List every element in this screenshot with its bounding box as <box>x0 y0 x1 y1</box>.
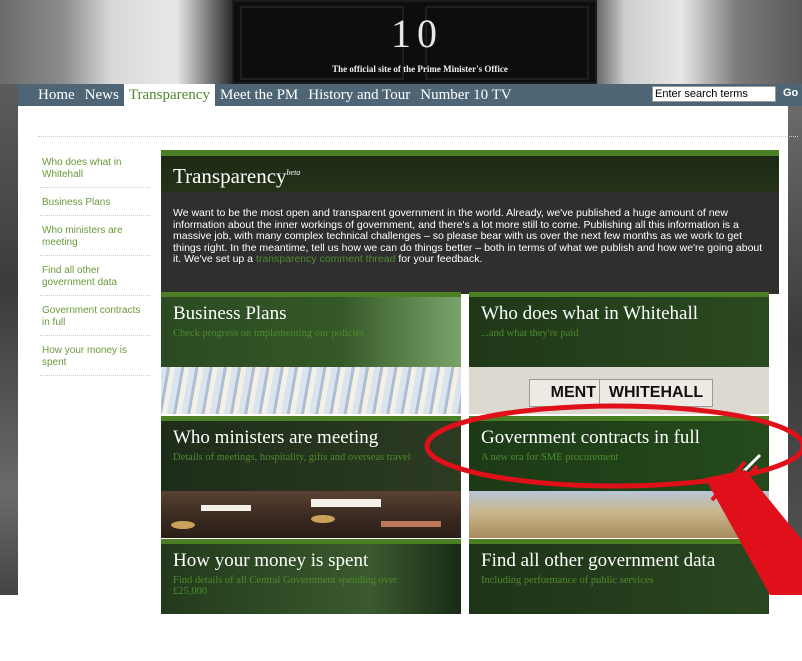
tile-ministers-meeting[interactable]: Who ministers are meeting Details of mee… <box>161 416 461 538</box>
tile-subtitle: Find details of all Central Government s… <box>173 575 398 597</box>
sidebar-item-business-plans[interactable]: Business Plans <box>40 194 150 216</box>
page-title: Transparencybeta <box>173 164 300 189</box>
table-document <box>311 499 381 507</box>
content-divider <box>38 136 798 137</box>
table-document <box>201 505 251 511</box>
tile-subtitle: ...and what they're paid <box>481 328 579 339</box>
site-logo-number[interactable]: 10 <box>372 10 462 57</box>
nav-meet-the-pm[interactable]: Meet the PM <box>215 84 303 106</box>
right-background-rail <box>788 84 802 595</box>
tile-subtitle: Check progress on implementing our polic… <box>173 328 365 339</box>
tile-image <box>161 491 461 538</box>
tile-title[interactable]: Government contracts in full <box>481 427 700 449</box>
sidebar-item-money-spent[interactable]: How your money is spent <box>40 342 150 376</box>
tile-image: MENT WHITEHALL <box>469 367 769 414</box>
sidebar-nav: Who does what in Whitehall Business Plan… <box>40 154 150 382</box>
sidebar-item-other-data[interactable]: Find all other government data <box>40 262 150 296</box>
street-sign-left: MENT <box>529 379 601 407</box>
main-nav: Home News Transparency Meet the PM Histo… <box>18 84 802 106</box>
search-input[interactable] <box>652 86 776 102</box>
street-sign-right: WHITEHALL <box>599 379 713 407</box>
page-title-text: Transparency <box>173 164 287 188</box>
tile-subtitle: Including performance of public services <box>481 575 654 586</box>
nav-history-and-tour[interactable]: History and Tour <box>303 84 415 106</box>
tile-subtitle: Details of meetings, hospitality, gifts … <box>173 452 411 463</box>
page-content: Who does what in Whitehall Business Plan… <box>18 106 798 614</box>
sidebar-item-ministers-meeting[interactable]: Who ministers are meeting <box>40 222 150 256</box>
nav-home[interactable]: Home <box>18 84 80 106</box>
tile-title[interactable]: Who ministers are meeting <box>173 427 378 449</box>
tile-title[interactable]: Who does what in Whitehall <box>481 303 698 325</box>
header-photo: 10 The official site of the Prime Minist… <box>0 0 802 84</box>
transparency-intro-panel: Transparencybeta We want to be the most … <box>161 150 779 294</box>
search-go-button[interactable]: Go <box>783 87 798 99</box>
nav-news[interactable]: News <box>80 84 124 106</box>
intro-text: We want to be the most open and transpar… <box>173 207 771 266</box>
tile-business-plans[interactable]: Business Plans Check progress on impleme… <box>161 292 461 414</box>
comment-thread-link[interactable]: transparency comment thread <box>256 253 395 265</box>
tile-image <box>161 367 461 414</box>
sidebar-item-who-does-what[interactable]: Who does what in Whitehall <box>40 154 150 188</box>
tile-government-contracts[interactable]: Government contracts in full A new era f… <box>469 416 769 538</box>
tile-title[interactable]: Find all other government data <box>481 550 715 572</box>
table-plate <box>171 521 195 529</box>
left-background-rail <box>0 84 18 595</box>
nav-number-10-tv[interactable]: Number 10 TV <box>415 84 516 106</box>
tile-money-spent[interactable]: How your money is spent Find details of … <box>161 539 461 661</box>
beta-badge: beta <box>286 168 301 177</box>
tile-title[interactable]: Business Plans <box>173 303 287 325</box>
nav-transparency[interactable]: Transparency <box>123 84 215 106</box>
site-tagline: The official site of the Prime Minister'… <box>332 64 508 74</box>
sidebar-item-contracts[interactable]: Government contracts in full <box>40 302 150 336</box>
tile-image <box>469 491 769 538</box>
tile-subtitle: A new era for SME procurement <box>481 452 619 463</box>
tile-title[interactable]: How your money is spent <box>173 550 368 572</box>
table-plate <box>311 515 335 523</box>
tile-other-data[interactable]: Find all other government data Including… <box>469 539 769 661</box>
tile-who-does-what[interactable]: MENT WHITEHALL Who does what in Whitehal… <box>469 292 769 414</box>
table-document <box>381 521 441 527</box>
intro-text-after: for your feedback. <box>398 253 483 265</box>
